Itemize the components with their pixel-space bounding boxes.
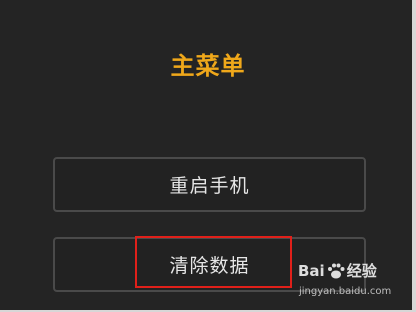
page-title: 主菜单 <box>170 52 246 80</box>
restart-phone-button[interactable]: 重启手机 <box>53 157 366 212</box>
paw-icon <box>327 263 345 278</box>
watermark-site: jingyan.baidu.com <box>299 286 392 297</box>
clear-data-label: 清除数据 <box>169 255 250 277</box>
watermark-brand-left: Bai <box>298 261 325 280</box>
baidu-jingyan-watermark: Bai 经验 <box>298 260 377 281</box>
restart-phone-label: 重启手机 <box>169 175 250 197</box>
watermark-brand-right: 经验 <box>346 262 377 280</box>
